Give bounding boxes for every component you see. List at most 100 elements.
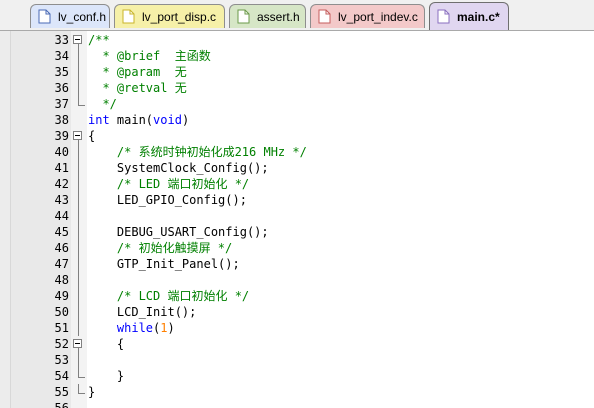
line-number: 50: [54, 305, 69, 319]
line-number: 54: [54, 369, 69, 383]
code-editor[interactable]: 33/** 34 * @brief 主函数 35 * @param 无 36 * @r…: [0, 31, 594, 408]
code-token-default: ): [167, 321, 175, 335]
fold-guide: [78, 240, 79, 256]
fold-guide: [78, 64, 79, 80]
code-token-keyword: while: [116, 321, 154, 335]
line-number: 39: [54, 129, 69, 143]
fold-end-marker: [78, 96, 85, 106]
code-line[interactable]: 53: [0, 352, 594, 368]
code-text: SystemClock_Config();: [88, 160, 269, 176]
code-line[interactable]: 37 */: [0, 96, 594, 112]
code-token-comment: /**: [88, 33, 110, 47]
file-icon: [437, 6, 450, 24]
code-line[interactable]: 50 LCD_Init();: [0, 304, 594, 320]
fold-guide: [78, 320, 79, 336]
fold-guide: [78, 256, 79, 272]
code-token-default: [88, 177, 117, 191]
tab-lv-port-indev-c[interactable]: lv_port_indev.c: [310, 4, 425, 28]
fold-guide: [78, 48, 79, 64]
line-number: 47: [54, 257, 69, 271]
line-number: 44: [54, 209, 69, 223]
code-line[interactable]: 33 /**: [0, 32, 594, 48]
code-text: LED_GPIO_Config();: [88, 192, 247, 208]
line-number: 34: [54, 49, 69, 63]
fold-guide: [78, 144, 79, 160]
fold-guide: [78, 160, 79, 176]
line-number: 45: [54, 225, 69, 239]
code-line[interactable]: 49 /* LCD 端口初始化 */: [0, 288, 594, 304]
fold-collapse-icon[interactable]: [73, 339, 82, 348]
code-token-comment: * @param 无: [88, 65, 187, 79]
tab-assert-h[interactable]: assert.h: [229, 4, 306, 28]
code-text: }: [88, 384, 95, 400]
code-token-keyword: void: [153, 113, 182, 127]
line-number: 33: [54, 33, 69, 47]
code-text: */: [88, 96, 117, 112]
code-token-comment: * @retval 无: [88, 81, 187, 95]
tab-lv-port-disp-c[interactable]: lv_port_disp.c: [114, 4, 225, 28]
line-number: 56: [54, 401, 69, 408]
line-number: 49: [54, 289, 69, 303]
code-token-default: SystemClock_Config();: [88, 161, 269, 175]
code-line[interactable]: 46 /* 初始化触摸屏 */: [0, 240, 594, 256]
code-text: {: [88, 336, 124, 352]
fold-guide: [78, 272, 79, 288]
line-number: 42: [54, 177, 69, 191]
line-number: 36: [54, 81, 69, 95]
code-line[interactable]: 35 * @param 无: [0, 64, 594, 80]
line-number: 52: [54, 337, 69, 351]
code-line[interactable]: 51 while(1): [0, 320, 594, 336]
code-line[interactable]: 54 }: [0, 368, 594, 384]
tab-label: lv_port_indev.c: [338, 10, 418, 24]
fold-guide: [78, 352, 79, 368]
fold-collapse-icon[interactable]: [73, 35, 82, 44]
code-line[interactable]: 39 {: [0, 128, 594, 144]
code-text: {: [88, 128, 95, 144]
code-text: while(1): [88, 320, 175, 336]
code-line[interactable]: 34 * @brief 主函数: [0, 48, 594, 64]
tab-lv-conf-h[interactable]: lv_conf.h: [30, 4, 110, 28]
code-line[interactable]: 47 GTP_Init_Panel();: [0, 256, 594, 272]
code-line[interactable]: 56: [0, 400, 594, 408]
code-line[interactable]: 43 LED_GPIO_Config();: [0, 192, 594, 208]
code-token-default: [88, 289, 117, 303]
fold-guide: [78, 208, 79, 224]
code-token-comment: */: [88, 97, 117, 111]
code-line[interactable]: 38 int main(void): [0, 112, 594, 128]
code-text: DEBUG_USART_Config();: [88, 224, 269, 240]
code-line[interactable]: 41 SystemClock_Config();: [0, 160, 594, 176]
tab-label: lv_conf.h: [58, 10, 107, 24]
code-token-comment: * @brief 主函数: [88, 49, 211, 63]
fold-collapse-icon[interactable]: [73, 131, 82, 140]
code-token-default: ): [181, 113, 190, 127]
code-token-comment: /* 系统时钟初始化成216 MHz */: [116, 145, 307, 159]
fold-guide: [78, 224, 79, 240]
code-text: GTP_Init_Panel();: [88, 256, 240, 272]
code-token-default: LED_GPIO_Config();: [88, 193, 247, 207]
fold-guide: [78, 176, 79, 192]
code-token-default: LCD_Init();: [88, 305, 197, 319]
tab-label: assert.h: [257, 10, 300, 24]
code-token-default: [88, 321, 117, 335]
code-line[interactable]: 36 * @retval 无: [0, 80, 594, 96]
tab-main-c[interactable]: main.c*: [429, 2, 509, 30]
fold-guide: [78, 288, 79, 304]
code-line[interactable]: 52 {: [0, 336, 594, 352]
code-line[interactable]: 55}: [0, 384, 594, 400]
code-line[interactable]: 45 DEBUG_USART_Config();: [0, 224, 594, 240]
code-line[interactable]: 48: [0, 272, 594, 288]
code-token-default: GTP_Init_Panel();: [88, 257, 240, 271]
code-text: * @retval 无: [88, 80, 187, 96]
code-text: /* 系统时钟初始化成216 MHz */: [88, 144, 307, 160]
fold-guide: [78, 80, 79, 96]
code-text: * @brief 主函数: [88, 48, 211, 64]
code-token-default: [88, 241, 117, 255]
code-line[interactable]: 40 /* 系统时钟初始化成216 MHz */: [0, 144, 594, 160]
line-number: 55: [54, 385, 69, 399]
code-token-default: main(: [109, 113, 154, 127]
code-token-default: DEBUG_USART_Config();: [88, 225, 269, 239]
line-number: 48: [54, 273, 69, 287]
code-line[interactable]: 42 /* LED 端口初始化 */: [0, 176, 594, 192]
code-line[interactable]: 44: [0, 208, 594, 224]
code-text: }: [88, 368, 124, 384]
